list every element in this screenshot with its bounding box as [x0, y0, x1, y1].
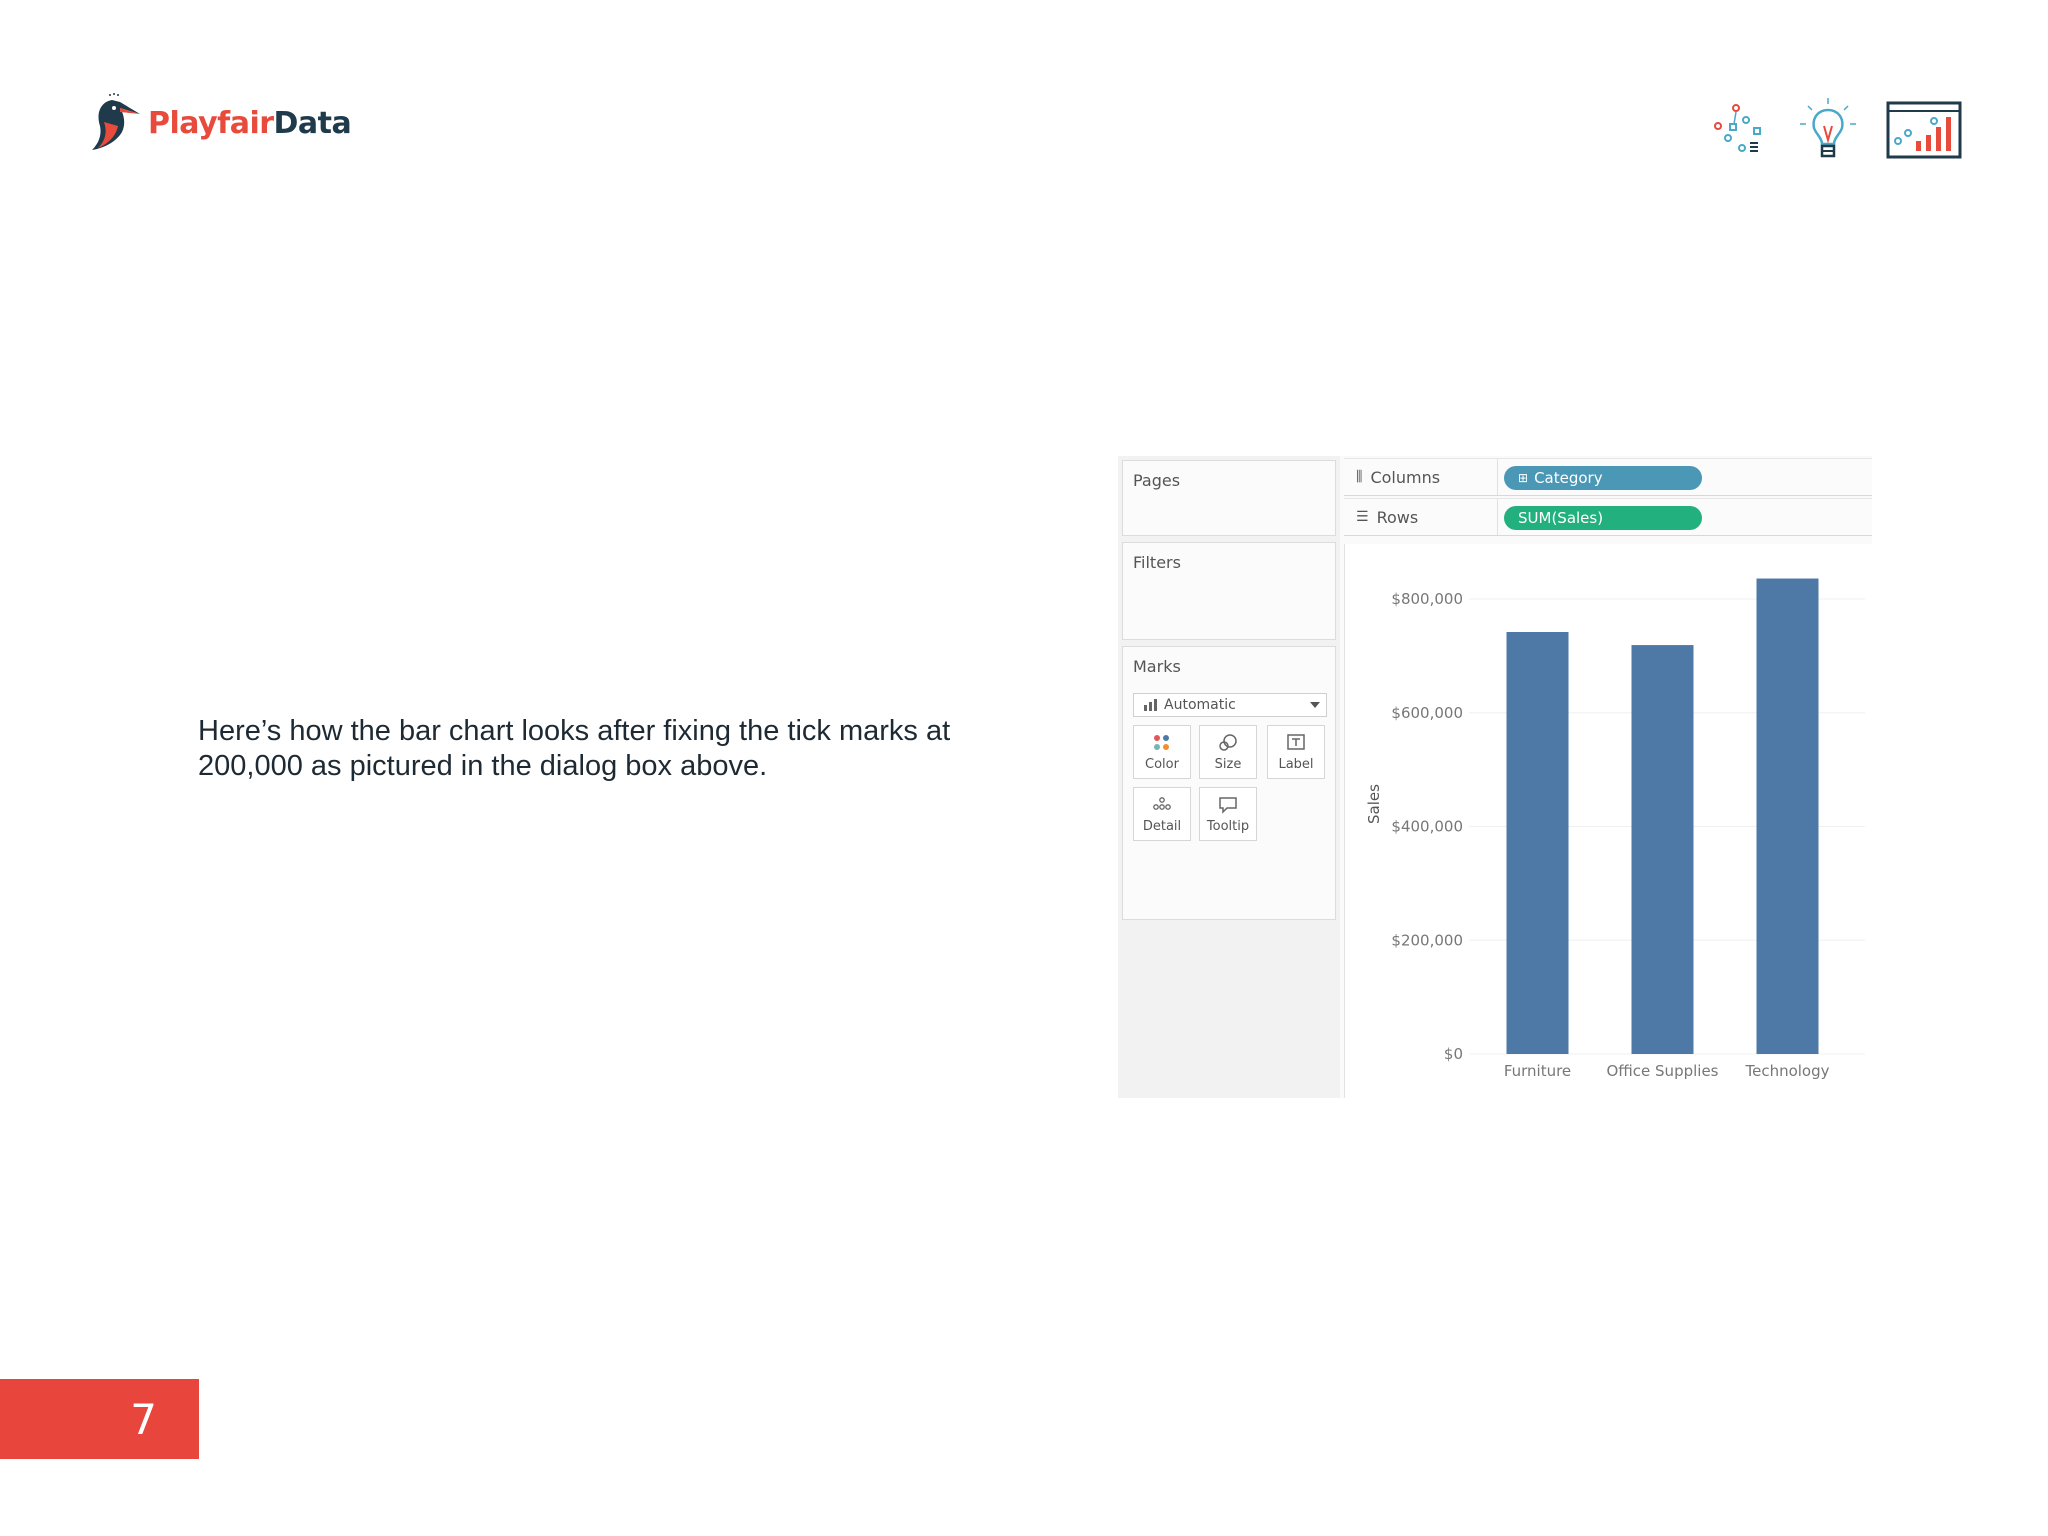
bar-chart: $0 $200,000 $400,000 $600,000 $800,000 Sales F…: [1365, 578, 1865, 1080]
y-tick-label: $200,000: [1391, 931, 1463, 949]
size-circles-icon: [1219, 734, 1237, 751]
rows-icon: ☰: [1356, 509, 1369, 525]
color-dots-icon: [1154, 735, 1169, 750]
sum-sales-pill-text: SUM(Sales): [1518, 509, 1604, 527]
bar: [1506, 631, 1569, 1054]
category-pill-text: Category: [1534, 469, 1603, 487]
scatter-network-icon: [1714, 104, 1761, 152]
y-tick-label: $800,000: [1391, 590, 1463, 608]
y-tick-label: $400,000: [1391, 818, 1463, 836]
body-paragraph: Here’s how the bar chart looks after fix…: [198, 715, 951, 782]
detail-button[interactable]: Detail: [1133, 787, 1191, 841]
sum-sales-pill[interactable]: SUM(Sales): [1504, 506, 1702, 530]
marks-title: Marks: [1133, 657, 1181, 676]
color-button[interactable]: Color: [1133, 725, 1191, 779]
lightbulb-icon: [1800, 98, 1856, 158]
rows-shelf: ☰ Rows SUM(Sales): [1344, 498, 1872, 536]
bar: [1756, 578, 1819, 1054]
pages-title: Pages: [1133, 471, 1181, 490]
rows-shelf-label: ☰ Rows: [1350, 499, 1498, 535]
columns-shelf: ⫼ Columns ⊞ Category: [1344, 458, 1872, 496]
expand-box-icon: ⊞: [1518, 471, 1529, 485]
mark-type-dropdown[interactable]: Automatic: [1133, 693, 1327, 717]
marks-card: Marks Automatic Color Size Label Detail …: [1122, 646, 1336, 920]
label-label: Label: [1278, 757, 1314, 772]
filters-title: Filters: [1133, 553, 1181, 572]
columns-label-text: Columns: [1370, 467, 1441, 487]
y-tick-label: $600,000: [1391, 704, 1463, 722]
columns-shelf-label: ⫼ Columns: [1350, 459, 1498, 495]
pages-card[interactable]: Pages: [1122, 460, 1336, 536]
header-icons: [1710, 96, 1962, 164]
logo-wordmark: PlayfairData: [148, 105, 352, 141]
text-label-icon: [1287, 734, 1305, 750]
size-button[interactable]: Size: [1199, 725, 1257, 779]
columns-icon: ⫼: [1356, 469, 1363, 485]
dashboard-chart-icon: [1886, 101, 1962, 159]
bar-chart-icon: [1144, 699, 1157, 711]
x-tick-label: Office Supplies: [1606, 1062, 1718, 1080]
bar: [1631, 645, 1694, 1054]
logo-text-data: Data: [273, 105, 352, 141]
chart-view[interactable]: $0 $200,000 $400,000 $600,000 $800,000 Sales F…: [1344, 544, 1873, 1098]
filters-card[interactable]: Filters: [1122, 542, 1336, 640]
y-tick-label: $0: [1444, 1045, 1463, 1063]
speech-bubble-icon: [1219, 797, 1237, 814]
rows-label-text: Rows: [1376, 507, 1419, 527]
size-label: Size: [1214, 757, 1242, 772]
x-tick-label: Technology: [1744, 1062, 1829, 1080]
detail-dots-icon: [1153, 797, 1171, 810]
chevron-down-icon: [1310, 702, 1320, 708]
tooltip-label: Tooltip: [1206, 819, 1250, 834]
category-pill[interactable]: ⊞ Category: [1504, 466, 1702, 490]
detail-label: Detail: [1142, 819, 1182, 834]
page-number: 7: [0, 1379, 199, 1459]
tableau-screenshot: Pages Filters Marks Automatic Color Size: [1118, 456, 1873, 1098]
kingfisher-bird-icon: [92, 93, 140, 150]
playfair-data-logo: PlayfairData: [90, 92, 352, 154]
x-tick-label: Furniture: [1504, 1062, 1571, 1080]
tooltip-button[interactable]: Tooltip: [1199, 787, 1257, 841]
label-button[interactable]: Label: [1267, 725, 1325, 779]
logo-text-playfair: Playfair: [148, 105, 274, 141]
mark-type-value: Automatic: [1164, 697, 1236, 713]
y-axis-title: Sales: [1365, 784, 1383, 824]
color-label: Color: [1145, 757, 1179, 772]
